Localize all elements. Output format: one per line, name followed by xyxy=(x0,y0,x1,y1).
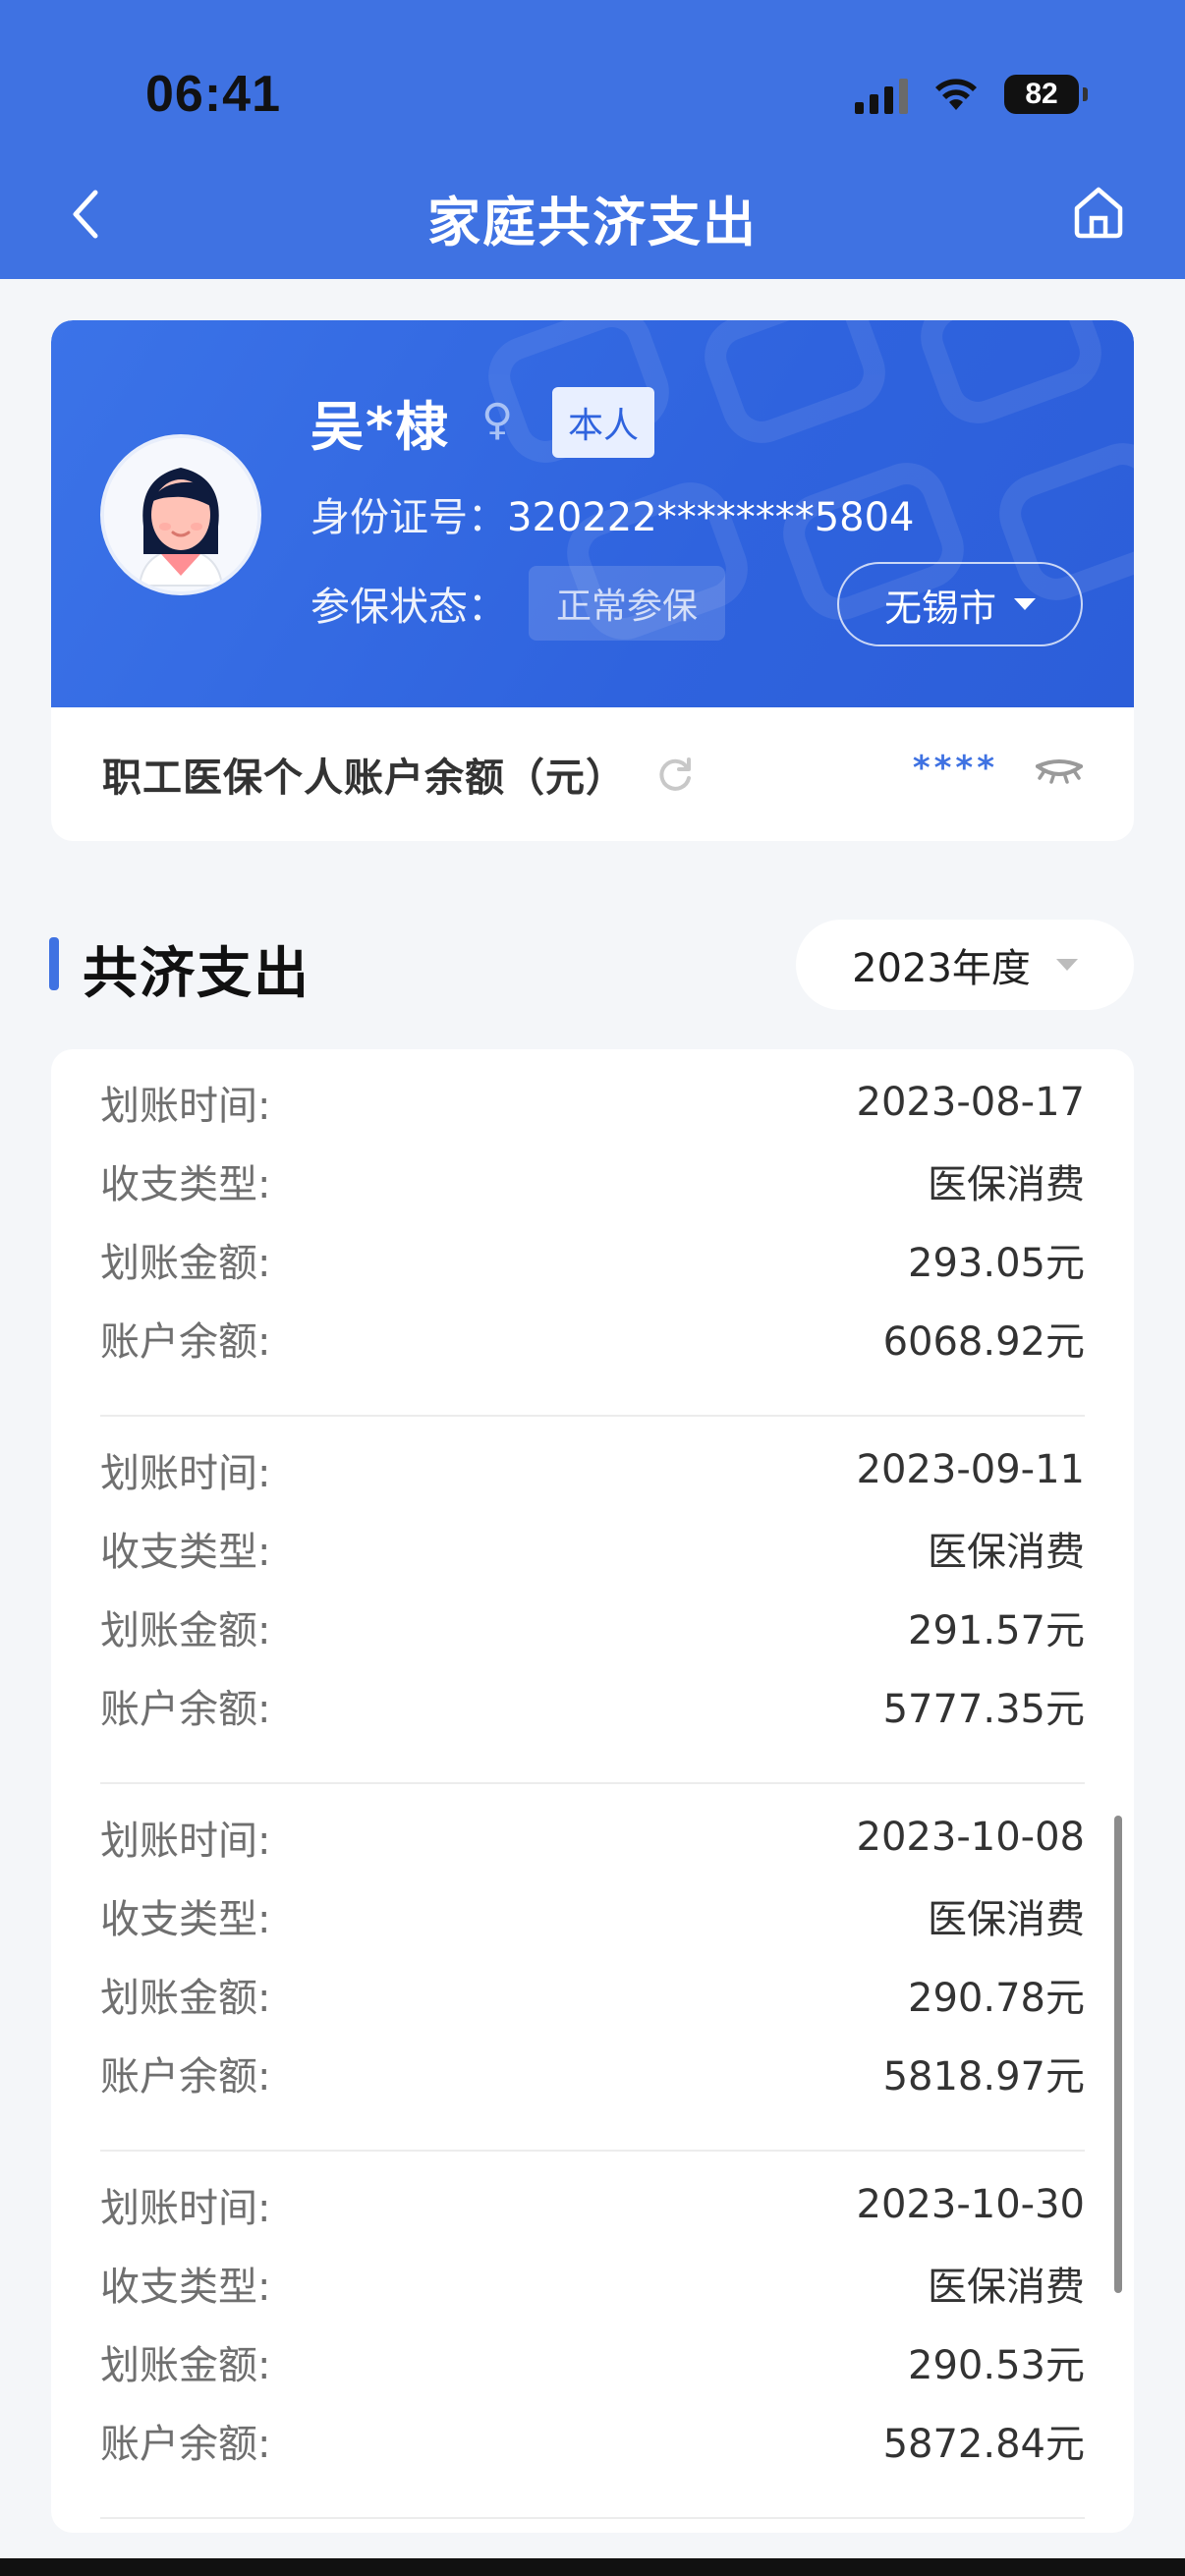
record-amount: 291.57元 xyxy=(908,1608,1085,1653)
record-balance-label: 账户余额: xyxy=(100,2054,271,2100)
scrollbar[interactable] xyxy=(1114,1816,1122,2293)
record-amount-label: 划账金额: xyxy=(100,1241,271,1286)
avatar xyxy=(100,434,261,595)
record-amount-label: 划账金额: xyxy=(100,2343,271,2388)
record-type-row: 收支类型: 医保消费 xyxy=(100,1509,1085,1588)
home-button[interactable] xyxy=(1063,177,1134,248)
record-balance-row: 账户余额: 5872.84元 xyxy=(100,2401,1085,2480)
record-type-row: 收支类型: 医保消费 xyxy=(100,2244,1085,2323)
year-select[interactable]: 2023年度 xyxy=(796,920,1134,1010)
record-time-row: 划账时间: 2023-10-30 xyxy=(100,2165,1085,2244)
status-time: 06:41 xyxy=(145,66,281,123)
list-item[interactable]: 划账时间: 2023-08-17 收支类型: 医保消费 划账金额: 293.05元 账… xyxy=(100,1049,1085,1417)
caret-down-icon xyxy=(1055,959,1078,971)
list-item[interactable]: 划账时间: 2023-09-11 收支类型: 医保消费 划账金额: 291.57元 账… xyxy=(100,1417,1085,1784)
record-balance: 5777.35元 xyxy=(882,1687,1085,1732)
record-balance: 5872.84元 xyxy=(882,2422,1085,2467)
record-time-label: 划账时间: xyxy=(100,1819,271,1864)
record-time-label: 划账时间: xyxy=(100,1084,271,1129)
record-type-label: 收支类型: xyxy=(100,1530,271,1575)
record-balance-label: 账户余额: xyxy=(100,1319,271,1365)
status-badge: 正常参保 xyxy=(529,566,726,641)
expense-record-list: 划账时间: 2023-08-17 收支类型: 医保消费 划账金额: 293.05元 账… xyxy=(51,1049,1134,2533)
profile-card: 吴*棣 ♀ 本人 身份证号：320222********5804 参保状态： 正… xyxy=(51,320,1134,841)
record-balance-label: 账户余额: xyxy=(100,2422,271,2467)
record-amount-row: 划账金额: 291.57元 xyxy=(100,1588,1085,1666)
eye-closed-icon[interactable] xyxy=(1034,753,1085,792)
relation-badge: 本人 xyxy=(552,387,655,458)
list-item[interactable]: 划账时间: 2023-10-30 收支类型: 医保消费 划账金额: 290.53元 账… xyxy=(100,2152,1085,2519)
record-balance-row: 账户余额: 5818.97元 xyxy=(100,2034,1085,2112)
caret-down-icon xyxy=(1014,598,1036,610)
record-type-row: 收支类型: 医保消费 xyxy=(100,1876,1085,1955)
record-time-row: 划账时间: 2023-10-08 xyxy=(100,1798,1085,1876)
year-label: 2023年度 xyxy=(852,946,1031,991)
city-select[interactable]: 无锡市 xyxy=(837,562,1083,646)
battery-icon: 82 xyxy=(1004,75,1088,114)
record-amount-row: 划账金额: 290.78元 xyxy=(100,1955,1085,2034)
balance-label: 职工医保个人账户余额（元） xyxy=(102,756,626,801)
status-label: 参保状态： xyxy=(310,585,507,630)
status-icons: 82 xyxy=(855,71,1088,118)
record-type-label: 收支类型: xyxy=(100,1162,271,1207)
insurance-status-row: 参保状态： 正常参保 xyxy=(310,566,726,641)
account-balance-row: 职工医保个人账户余额（元） **** xyxy=(51,707,1134,841)
wifi-icon xyxy=(935,79,977,110)
record-balance: 6068.92元 xyxy=(882,1319,1085,1365)
id-number: 320222********5804 xyxy=(507,495,915,540)
record-time-row: 划账时间: 2023-09-11 xyxy=(100,1430,1085,1509)
record-time: 2023-09-11 xyxy=(856,1447,1085,1492)
cellular-signal-icon xyxy=(855,75,908,114)
balance-value: **** xyxy=(912,749,998,788)
record-balance: 5818.97元 xyxy=(882,2054,1085,2100)
app-header: 06:41 82 家庭共济支出 xyxy=(0,0,1185,279)
record-amount-label: 划账金额: xyxy=(100,1976,271,2021)
female-icon: ♀ xyxy=(481,395,514,445)
record-time-label: 划账时间: xyxy=(100,2186,271,2231)
record-time: 2023-10-08 xyxy=(856,1815,1085,1860)
city-label: 无锡市 xyxy=(883,586,996,630)
record-type: 医保消费 xyxy=(928,1162,1085,1207)
record-time-label: 划账时间: xyxy=(100,1451,271,1496)
record-type: 医保消费 xyxy=(928,2265,1085,2310)
record-type: 医保消费 xyxy=(928,1530,1085,1575)
record-amount-row: 划账金额: 290.53元 xyxy=(100,2323,1085,2401)
section-title: 共济支出 xyxy=(83,942,310,1006)
record-amount-label: 划账金额: xyxy=(100,1608,271,1653)
home-icon xyxy=(1074,187,1123,239)
record-amount-row: 划账金额: 293.05元 xyxy=(100,1220,1085,1299)
id-number-row: 身份证号：320222********5804 xyxy=(310,485,915,542)
person-name: 吴*棣 xyxy=(310,396,451,458)
record-type: 医保消费 xyxy=(928,1897,1085,1942)
record-balance-row: 账户余额: 5777.35元 xyxy=(100,1666,1085,1745)
record-balance-label: 账户余额: xyxy=(100,1687,271,1732)
record-amount: 290.78元 xyxy=(908,1976,1085,2021)
page-title: 家庭共济支出 xyxy=(427,192,758,253)
refresh-icon[interactable] xyxy=(651,751,699,798)
home-indicator xyxy=(0,2558,1185,2576)
record-amount: 293.05元 xyxy=(908,1241,1085,1286)
id-label: 身份证号： xyxy=(310,495,507,540)
female-avatar-icon xyxy=(104,438,257,591)
record-balance-row: 账户余额: 6068.92元 xyxy=(100,1299,1085,1377)
record-type-row: 收支类型: 医保消费 xyxy=(100,1142,1085,1220)
list-item[interactable]: 划账时间: 2023-10-08 收支类型: 医保消费 划账金额: 290.78元 账… xyxy=(100,1784,1085,2152)
record-time: 2023-10-30 xyxy=(856,2182,1085,2227)
record-time: 2023-08-17 xyxy=(856,1080,1085,1125)
record-type-label: 收支类型: xyxy=(100,1897,271,1942)
record-type-label: 收支类型: xyxy=(100,2265,271,2310)
record-time-row: 划账时间: 2023-08-17 xyxy=(100,1063,1085,1142)
record-amount: 290.53元 xyxy=(908,2343,1085,2388)
insured-person-card: 吴*棣 ♀ 本人 身份证号：320222********5804 参保状态： 正… xyxy=(51,320,1134,707)
section-accent-bar xyxy=(49,937,59,990)
